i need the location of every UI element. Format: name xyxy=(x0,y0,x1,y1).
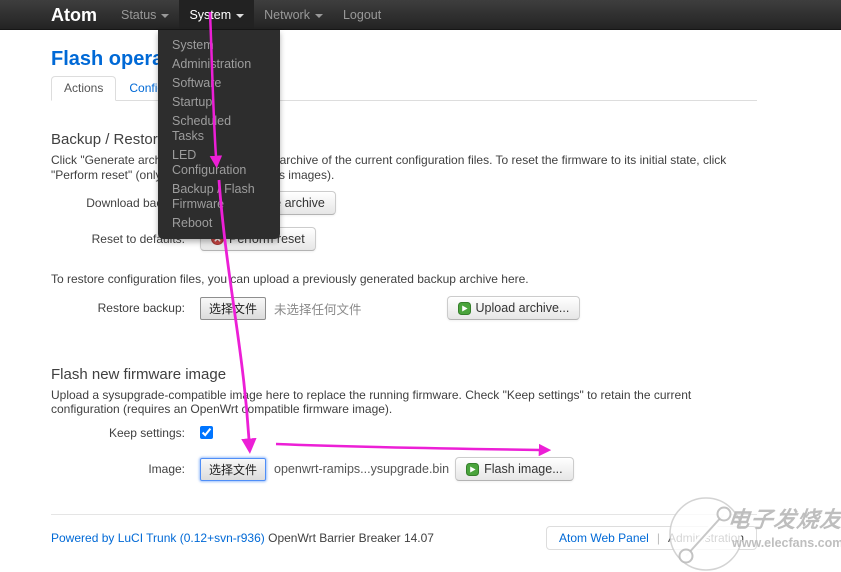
menu-item-scheduled-tasks[interactable]: Scheduled Tasks xyxy=(158,112,280,146)
reset-defaults-row: Reset to defaults: Perform reset xyxy=(51,226,757,251)
keep-settings-label: Keep settings: xyxy=(51,426,185,440)
menu-item-startup[interactable]: Startup xyxy=(158,93,280,112)
image-row: Image: 选择文件 openwrt-ramips...ysupgrade.b… xyxy=(51,457,757,482)
brand-logo[interactable]: Atom xyxy=(51,0,111,29)
footer-divider xyxy=(51,514,757,515)
main-content: Flash operations Actions Configuration B… xyxy=(0,48,841,550)
openwrt-version-text: OpenWrt Barrier Breaker 14.07 xyxy=(268,531,434,545)
restore-backup-label: Restore backup: xyxy=(51,301,185,315)
menu-item-backup-flash-firmware[interactable]: Backup / Flash Firmware xyxy=(158,180,280,214)
nav-logout[interactable]: Logout xyxy=(333,0,391,29)
administration-text: Administration xyxy=(668,531,744,545)
flash-image-button[interactable]: Flash image... xyxy=(455,457,574,481)
page-title: Flash operations xyxy=(51,48,757,70)
nav-logout-label: Logout xyxy=(343,0,381,30)
flash-icon xyxy=(466,463,479,476)
keep-settings-row: Keep settings: xyxy=(51,425,757,441)
system-dropdown-menu: System Administration Software Startup S… xyxy=(158,30,280,239)
navbar: Atom Status System Network Logout xyxy=(0,0,841,30)
nav-network[interactable]: Network xyxy=(254,0,333,29)
flash-firmware-description: Upload a sysupgrade-compatible image her… xyxy=(51,388,751,417)
footer-separator: | xyxy=(657,531,660,545)
upload-archive-button[interactable]: Upload archive... xyxy=(447,296,581,320)
backup-restore-description: Click "Generate archive" to download a t… xyxy=(51,153,751,182)
footer-panel-box: Atom Web Panel | Administration xyxy=(546,526,757,550)
download-backup-row: Download backup: Generate archive xyxy=(51,190,757,215)
menu-item-system[interactable]: System xyxy=(158,36,280,55)
restore-backup-row: Restore backup: 选择文件 未选择任何文件 Upload arch… xyxy=(51,296,757,321)
nav-system-label: System xyxy=(189,0,231,30)
upload-archive-label: Upload archive... xyxy=(476,301,570,315)
caret-down-icon xyxy=(161,14,169,18)
footer: Powered by LuCI Trunk (0.12+svn-r936) Op… xyxy=(51,526,757,550)
flash-firmware-heading: Flash new firmware image xyxy=(51,366,757,384)
menu-item-software[interactable]: Software xyxy=(158,74,280,93)
caret-down-icon xyxy=(315,14,323,18)
restore-note: To restore configuration files, you can … xyxy=(51,272,757,287)
flash-image-label: Flash image... xyxy=(484,462,563,476)
nav-status[interactable]: Status xyxy=(111,0,179,29)
image-label: Image: xyxy=(51,462,185,476)
atom-web-panel-link[interactable]: Atom Web Panel xyxy=(559,531,649,545)
nav-network-label: Network xyxy=(264,0,310,30)
menu-item-led-configuration[interactable]: LED Configuration xyxy=(158,146,280,180)
tab-bar: Actions Configuration xyxy=(51,76,757,101)
tab-actions[interactable]: Actions xyxy=(51,76,116,101)
backup-restore-heading: Backup / Restore xyxy=(51,131,757,149)
nav-status-label: Status xyxy=(121,0,156,30)
keep-settings-checkbox[interactable] xyxy=(200,426,213,439)
powered-by-link[interactable]: Powered by LuCI Trunk (0.12+svn-r936) xyxy=(51,531,265,545)
upload-icon xyxy=(458,302,471,315)
image-file-name: openwrt-ramips...ysupgrade.bin xyxy=(274,462,449,476)
menu-item-reboot[interactable]: Reboot xyxy=(158,214,280,233)
restore-file-choose-button[interactable]: 选择文件 xyxy=(200,297,266,320)
menu-item-administration[interactable]: Administration xyxy=(158,55,280,74)
restore-file-status: 未选择任何文件 xyxy=(274,299,362,318)
caret-down-icon xyxy=(236,14,244,18)
nav-system[interactable]: System xyxy=(179,0,254,29)
image-file-choose-button[interactable]: 选择文件 xyxy=(200,458,266,481)
